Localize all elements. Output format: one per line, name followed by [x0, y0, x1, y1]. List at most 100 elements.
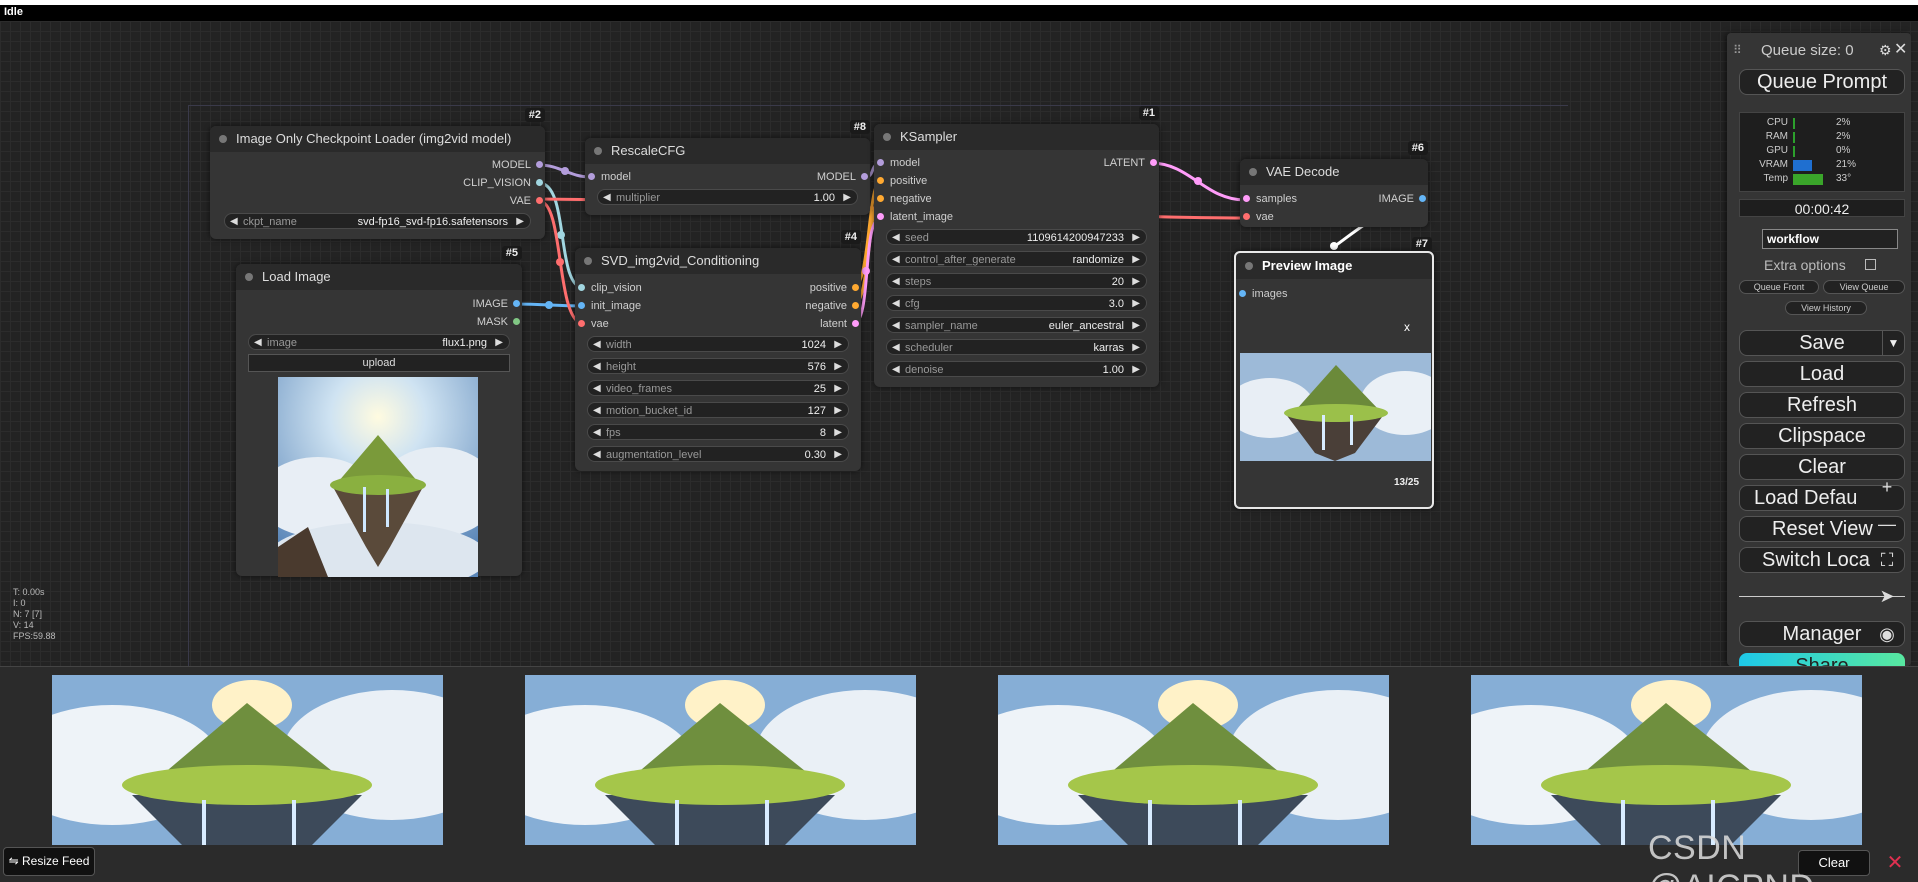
node-load-image[interactable]: #5 Load Image IMAGE MASK ◀ image flux1.p… — [236, 246, 522, 577]
widget-fps[interactable]: ◀ fps 8 ▶ — [587, 424, 849, 440]
clipspace-button[interactable]: Clipspace — [1739, 423, 1905, 449]
node-title[interactable]: SVD_img2vid_Conditioning — [575, 248, 861, 274]
input-slot-clip-vision[interactable]: clip_vision — [575, 280, 695, 296]
output-slot-clip-vision[interactable]: CLIP_VISION — [345, 175, 545, 191]
workflow-name-input[interactable] — [1762, 229, 1898, 249]
increment-arrow-icon[interactable]: ▶ — [834, 337, 842, 353]
node-title[interactable]: VAE Decode — [1240, 159, 1428, 185]
widget-steps[interactable]: ◀ steps 20 ▶ — [886, 273, 1147, 289]
output-slot-mask[interactable]: MASK — [402, 314, 522, 330]
feed-image[interactable] — [998, 675, 1389, 845]
decrement-arrow-icon[interactable]: ◀ — [603, 190, 611, 206]
decrement-arrow-icon[interactable]: ◀ — [593, 447, 601, 463]
decrement-arrow-icon[interactable]: ◀ — [892, 362, 900, 378]
increment-arrow-icon[interactable]: ▶ — [516, 214, 524, 230]
node-preview-image[interactable]: #7 Preview Image images x 13/25 — [1234, 237, 1434, 509]
save-button[interactable]: Save ▼ — [1739, 330, 1905, 356]
queue-front-button[interactable]: Queue Front — [1739, 280, 1819, 294]
increment-arrow-icon[interactable]: ▶ — [1132, 318, 1140, 334]
increment-arrow-icon[interactable]: ▶ — [834, 425, 842, 441]
feed-image[interactable] — [1471, 675, 1862, 845]
slot-pin-icon[interactable] — [536, 179, 543, 186]
slot-pin-icon[interactable] — [852, 302, 859, 309]
input-slot-model[interactable]: model — [874, 155, 994, 171]
input-slot-init-image[interactable]: init_image — [575, 298, 695, 314]
decrement-arrow-icon[interactable]: ◀ — [892, 296, 900, 312]
widget-control-after-generate[interactable]: ◀ control_after_generate randomize ▶ — [886, 251, 1147, 267]
output-slot-image[interactable]: IMAGE — [1338, 191, 1428, 207]
load-button[interactable]: Load — [1739, 361, 1905, 387]
locate-icon[interactable]: ➤ — [1870, 581, 1904, 611]
decrement-arrow-icon[interactable]: ◀ — [593, 425, 601, 441]
node-checkpoint-loader[interactable]: #2 Image Only Checkpoint Loader (img2vid… — [210, 108, 545, 239]
decrement-arrow-icon[interactable]: ◀ — [892, 274, 900, 290]
output-slot-image[interactable]: IMAGE — [402, 296, 522, 312]
slot-pin-icon[interactable] — [588, 173, 595, 180]
increment-arrow-icon[interactable]: ▶ — [495, 335, 503, 351]
collapse-dot-icon[interactable] — [584, 257, 592, 265]
node-vae-decode[interactable]: #6 VAE Decode samples vae IMAGE — [1240, 141, 1428, 227]
slot-pin-icon[interactable] — [877, 213, 884, 220]
preview-close-button[interactable]: x — [1404, 320, 1410, 334]
widget-ckpt-name[interactable]: ◀ ckpt_name svd-fp16_svd-fp16.safetensor… — [224, 213, 531, 229]
input-slot-negative[interactable]: negative — [874, 191, 994, 207]
collapse-dot-icon[interactable] — [1245, 262, 1253, 270]
node-title[interactable]: KSampler — [874, 124, 1159, 150]
increment-arrow-icon[interactable]: ▶ — [1132, 230, 1140, 246]
slot-pin-icon[interactable] — [578, 320, 585, 327]
node-title[interactable]: Preview Image — [1236, 253, 1432, 279]
slot-pin-icon[interactable] — [1419, 195, 1426, 202]
increment-arrow-icon[interactable]: ▶ — [834, 359, 842, 375]
increment-arrow-icon[interactable]: ▶ — [1132, 252, 1140, 268]
slot-pin-icon[interactable] — [536, 161, 543, 168]
input-slot-latent-image[interactable]: latent_image — [874, 209, 994, 225]
increment-arrow-icon[interactable]: ▶ — [834, 381, 842, 397]
node-title[interactable]: Load Image — [236, 264, 522, 290]
resize-feed-button[interactable]: ⇋ Resize Feed — [3, 847, 95, 876]
widget-denoise[interactable]: ◀ denoise 1.00 ▶ — [886, 361, 1147, 377]
widget-augmentation-level[interactable]: ◀ augmentation_level 0.30 ▶ — [587, 446, 849, 462]
decrement-arrow-icon[interactable]: ◀ — [892, 230, 900, 246]
slot-pin-icon[interactable] — [513, 300, 520, 307]
drag-handle-icon[interactable]: ⠿ — [1733, 43, 1742, 57]
widget-cfg[interactable]: ◀ cfg 3.0 ▶ — [886, 295, 1147, 311]
decrement-arrow-icon[interactable]: ◀ — [892, 252, 900, 268]
collapse-dot-icon[interactable] — [1249, 168, 1257, 176]
collapse-dot-icon[interactable] — [594, 147, 602, 155]
widget-video-frames[interactable]: ◀ video_frames 25 ▶ — [587, 380, 849, 396]
refresh-button[interactable]: Refresh — [1739, 392, 1905, 418]
widget-width[interactable]: ◀ width 1024 ▶ — [587, 336, 849, 352]
collapse-dot-icon[interactable] — [219, 135, 227, 143]
increment-arrow-icon[interactable]: ▶ — [834, 403, 842, 419]
increment-arrow-icon[interactable]: ▶ — [1132, 362, 1140, 378]
close-icon[interactable]: ✕ — [1894, 39, 1907, 59]
node-title[interactable]: Image Only Checkpoint Loader (img2vid mo… — [210, 126, 545, 152]
slot-pin-icon[interactable] — [578, 284, 585, 291]
slot-pin-icon[interactable] — [1243, 195, 1250, 202]
output-slot-model[interactable]: MODEL — [345, 157, 545, 173]
preview-image-frame[interactable] — [1240, 353, 1431, 461]
slot-pin-icon[interactable] — [1243, 213, 1250, 220]
input-slot-positive[interactable]: positive — [874, 173, 994, 189]
node-svd-conditioning[interactable]: #4 SVD_img2vid_Conditioning clip_vision … — [575, 230, 861, 471]
decrement-arrow-icon[interactable]: ◀ — [593, 381, 601, 397]
widget-seed[interactable]: ◀ seed 1109614200947233 ▶ — [886, 229, 1147, 245]
increment-arrow-icon[interactable]: ▶ — [1132, 340, 1140, 356]
collapse-dot-icon[interactable] — [883, 133, 891, 141]
input-slot-images[interactable]: images — [1236, 286, 1336, 302]
upload-button[interactable]: upload — [248, 354, 510, 372]
slot-pin-icon[interactable] — [1239, 290, 1246, 297]
slot-pin-icon[interactable] — [877, 159, 884, 166]
output-slot-vae[interactable]: VAE — [345, 193, 545, 209]
slot-pin-icon[interactable] — [1150, 159, 1157, 166]
input-slot-model[interactable]: model — [585, 169, 705, 185]
node-ksampler[interactable]: #1 KSampler model positive negative late… — [874, 106, 1159, 387]
slot-pin-icon[interactable] — [877, 195, 884, 202]
slot-pin-icon[interactable] — [852, 284, 859, 291]
output-slot-positive[interactable]: positive — [741, 280, 861, 296]
decrement-arrow-icon[interactable]: ◀ — [892, 340, 900, 356]
slot-pin-icon[interactable] — [578, 302, 585, 309]
output-slot-latent[interactable]: latent — [741, 316, 861, 332]
gear-icon[interactable]: ⚙ — [1879, 42, 1892, 59]
output-slot-model[interactable]: MODEL — [750, 169, 870, 185]
